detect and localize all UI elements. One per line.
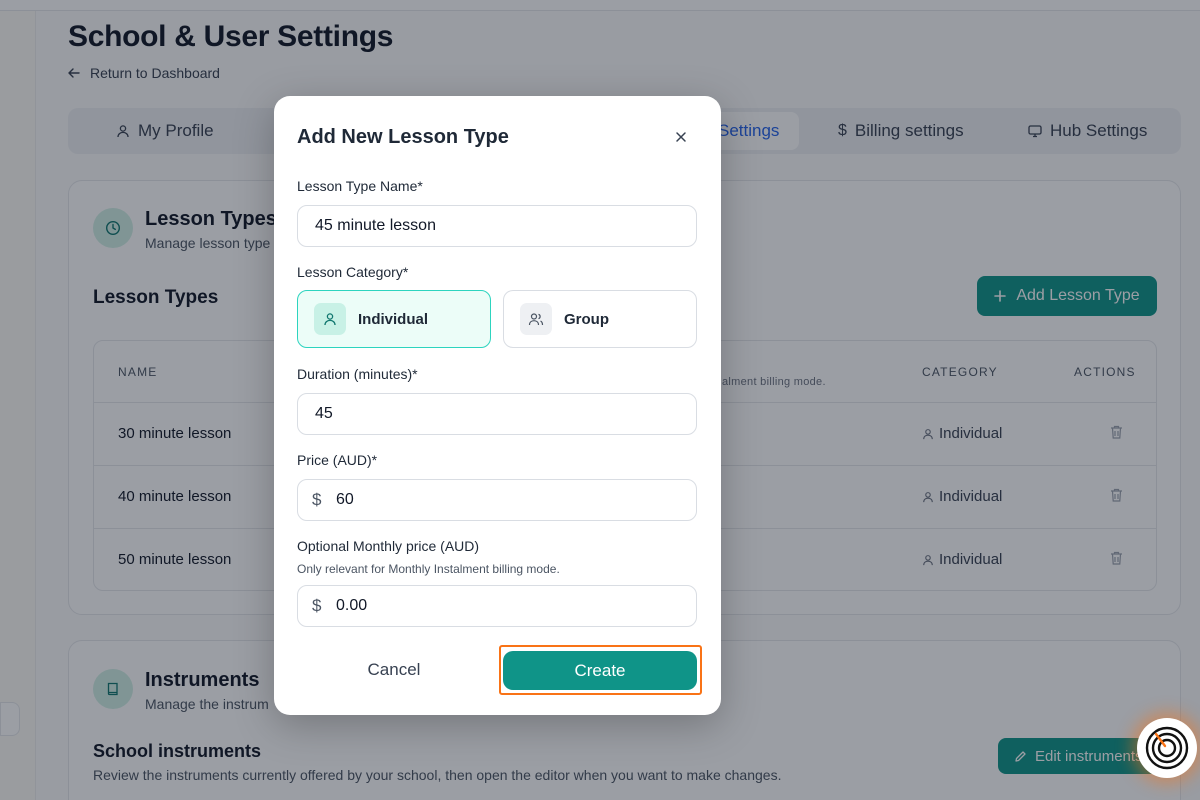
add-lesson-type-modal: Add New Lesson Type Lesson Type Name* 45…	[274, 96, 721, 715]
monthly-price-value: 0.00	[336, 597, 368, 614]
category-group-label: Group	[564, 310, 609, 328]
cancel-button[interactable]: Cancel	[334, 650, 454, 690]
target-rings-icon	[1145, 726, 1189, 770]
dollar-icon: $	[312, 490, 322, 509]
duration-value: 45	[315, 405, 333, 422]
monthly-price-input[interactable]: $ 0.00	[297, 585, 697, 627]
assistant-widget-button[interactable]	[1137, 718, 1197, 778]
dollar-icon: $	[312, 596, 322, 615]
category-icon-bg	[520, 303, 552, 335]
category-icon-bg	[314, 303, 346, 335]
price-label: Price (AUD)*	[297, 452, 378, 468]
category-option-individual[interactable]: Individual	[297, 290, 491, 348]
modal-title: Add New Lesson Type	[297, 126, 509, 148]
duration-label: Duration (minutes)*	[297, 366, 418, 382]
user-icon	[324, 313, 336, 326]
lesson-type-name-input[interactable]: 45 minute lesson	[297, 205, 697, 247]
close-modal-button[interactable]	[672, 128, 690, 146]
lesson-category-label: Lesson Category*	[297, 264, 409, 280]
lesson-type-name-value: 45 minute lesson	[315, 217, 436, 234]
category-option-group[interactable]: Group	[503, 290, 697, 348]
category-individual-label: Individual	[358, 310, 429, 328]
create-button[interactable]: Create	[503, 651, 697, 690]
close-icon	[676, 132, 686, 142]
monthly-price-label: Optional Monthly price (AUD)	[297, 538, 480, 554]
duration-input[interactable]: 45	[297, 393, 697, 435]
monthly-price-hint: Only relevant for Monthly Instalment bil…	[297, 562, 560, 576]
price-value: 60	[336, 491, 354, 508]
lesson-type-name-label: Lesson Type Name*	[297, 178, 423, 194]
users-icon	[528, 313, 544, 326]
price-input[interactable]: $ 60	[297, 479, 697, 521]
